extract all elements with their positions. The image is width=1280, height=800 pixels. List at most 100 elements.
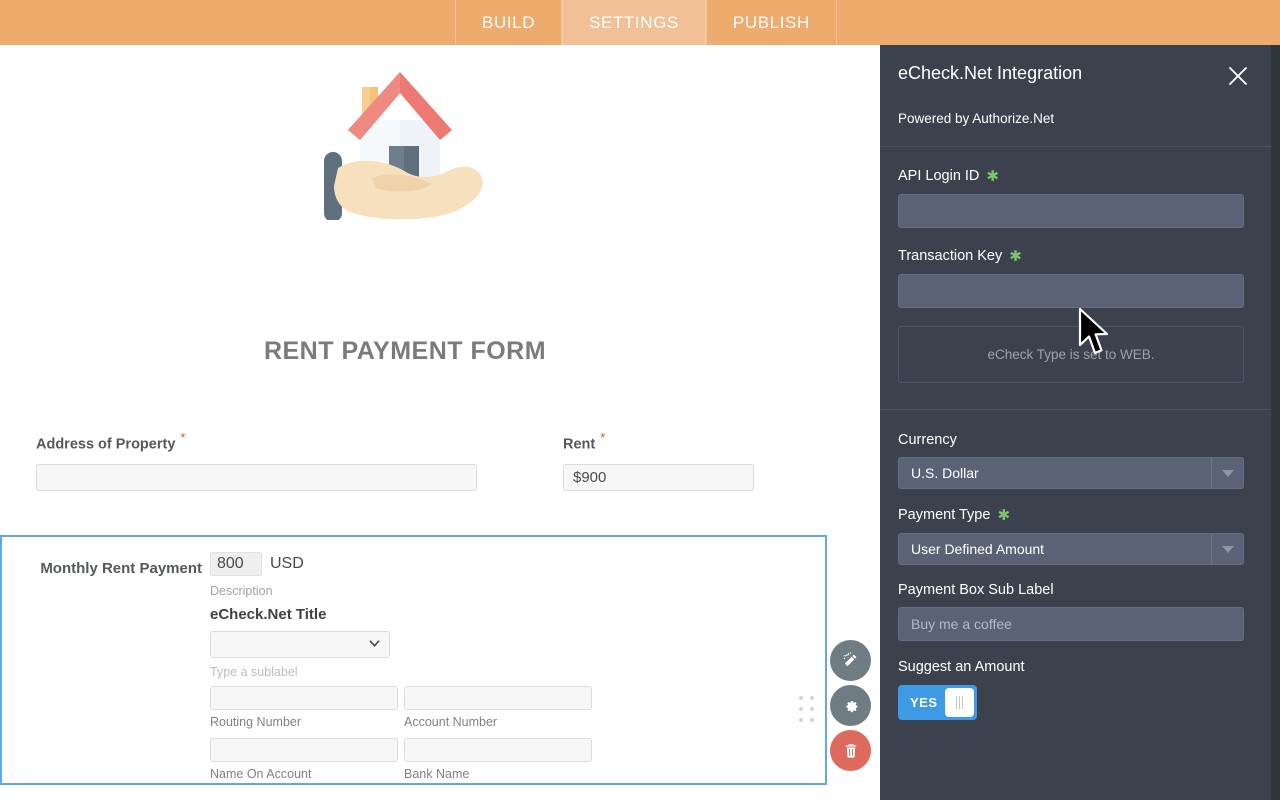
drag-dot [810, 696, 814, 700]
magic-wand-button[interactable] [830, 640, 871, 681]
trash-icon [845, 743, 856, 758]
payment-box-sub-label-label: Payment Box Sub Label [898, 582, 1054, 598]
payment-box-sub-label-input[interactable] [898, 607, 1244, 641]
echeck-type-select-box[interactable] [210, 631, 390, 658]
field-bank-name: Bank Name [404, 738, 592, 790]
address-of-property-label-row: Address of Property * [36, 430, 477, 453]
chevron-down-icon [369, 640, 380, 648]
account-number-caption: Account Number [404, 715, 498, 729]
name-on-account-input[interactable] [210, 738, 398, 762]
gear-button[interactable] [830, 685, 871, 726]
tab-publish[interactable]: PUBLISH [705, 0, 837, 45]
amount-row: USD [210, 552, 810, 576]
panel-title: eCheck.Net Integration [898, 63, 1083, 83]
field-suggest-an-amount: Suggest an Amount YES [880, 659, 1271, 720]
drag-dot [810, 718, 814, 722]
knob-grip-line [962, 696, 963, 709]
toggle-knob[interactable] [945, 688, 974, 717]
bank-name-input[interactable] [404, 738, 592, 762]
chevron-down-icon [1221, 469, 1234, 477]
payment-box-sub-label-label-row: Payment Box Sub Label [898, 582, 1253, 598]
panel-divider-2 [880, 409, 1271, 410]
field-api-login-id: API Login ID ✱ [880, 167, 1271, 228]
description-caption: Description [210, 584, 273, 598]
field-address-of-property: Address of Property * [36, 430, 477, 492]
element-action-buttons [830, 640, 871, 775]
required-asterisk-icon: * [180, 430, 186, 445]
transaction-key-label: Transaction Key [898, 248, 1003, 264]
panel-subtitle: Powered by Authorize.Net [898, 111, 1055, 126]
echeck-type-select[interactable] [210, 631, 390, 658]
bank-fields-grid: Routing Number Account Number Name On Ac… [210, 686, 810, 790]
gear-icon [845, 700, 857, 712]
transaction-key-label-row: Transaction Key ✱ [898, 247, 1253, 265]
panel-divider [880, 146, 1271, 147]
currency-select-value: U.S. Dollar [911, 465, 979, 481]
form-canvas: RENT PAYMENT FORM Address of Property * R… [0, 45, 880, 800]
currency-label-row: Currency [898, 432, 1253, 448]
knob-grip-line [959, 696, 960, 709]
currency-select-arrow[interactable] [1211, 458, 1243, 488]
required-asterisk-icon: ✱ [986, 168, 999, 185]
currency-label: Currency [898, 432, 957, 448]
drag-handle[interactable] [799, 696, 817, 725]
field-transaction-key: Transaction Key ✱ eCheck Type is set to … [880, 247, 1271, 383]
account-number-input[interactable] [404, 686, 592, 710]
required-asterisk-icon: * [600, 430, 606, 445]
tab-build[interactable]: BUILD [455, 0, 563, 45]
drag-dot [810, 707, 814, 711]
top-navigation-bar: BUILD SETTINGS PUBLISH [0, 0, 1280, 45]
drag-dot [799, 696, 803, 700]
suggest-an-amount-toggle[interactable]: YES [898, 685, 977, 720]
rent-label-row: Rent * [563, 430, 754, 453]
panel-scrollbar[interactable] [1271, 45, 1280, 800]
bank-name-caption: Bank Name [404, 767, 470, 781]
echeck-type-note: eCheck Type is set to WEB. [898, 326, 1244, 383]
delete-button[interactable] [830, 730, 871, 771]
required-asterisk-icon: ✱ [997, 507, 1011, 524]
sublabel-placeholder: Type a sublabel [210, 665, 298, 679]
panel-inner: eCheck.Net Integration Powered by Author… [880, 45, 1271, 800]
payment-type-select-arrow[interactable] [1211, 534, 1243, 564]
payment-box-content: USD Description eCheck.Net Title Type a … [210, 552, 810, 790]
page-title: RENT PAYMENT FORM [263, 337, 547, 365]
magic-wand-icon [843, 652, 857, 667]
payment-box-selected[interactable]: Monthly Rent Payment USD Description eCh… [0, 535, 827, 785]
api-login-id-label-row: API Login ID ✱ [898, 167, 1253, 185]
close-icon[interactable] [1227, 65, 1249, 87]
drag-dot [799, 718, 803, 722]
toggle-state-label: YES [910, 695, 938, 710]
hand-holding-house-icon [310, 60, 510, 222]
rent-input[interactable] [563, 464, 754, 492]
field-payment-type: Payment Type ✱ User Defined Amount [880, 506, 1271, 565]
amount-input[interactable] [210, 552, 262, 576]
address-of-property-input[interactable] [36, 464, 477, 492]
currency-select[interactable]: U.S. Dollar [898, 457, 1244, 489]
tab-settings[interactable]: SETTINGS [562, 0, 706, 45]
field-account-number: Account Number [404, 686, 592, 738]
topbar-left-spacer [0, 0, 455, 45]
payment-type-select[interactable]: User Defined Amount [898, 533, 1244, 565]
suggest-an-amount-label: Suggest an Amount [898, 659, 1025, 675]
api-login-id-input[interactable] [898, 194, 1244, 228]
chevron-down-icon [1221, 545, 1234, 553]
panel-header: eCheck.Net Integration [880, 45, 1271, 84]
field-currency: Currency U.S. Dollar [880, 432, 1271, 489]
echeck-integration-panel: eCheck.Net Integration Powered by Author… [880, 45, 1280, 800]
api-login-id-label: API Login ID [898, 168, 980, 184]
echeck-net-title-label: eCheck.Net Title [210, 606, 327, 623]
name-on-account-caption: Name On Account [210, 767, 312, 781]
routing-number-input[interactable] [210, 686, 398, 710]
rent-label: Rent [563, 436, 596, 453]
topbar-right-spacer [837, 0, 1280, 45]
required-asterisk-icon: ✱ [1009, 248, 1022, 265]
field-name-on-account: Name On Account [210, 738, 398, 790]
field-routing-number: Routing Number [210, 686, 398, 738]
payment-type-select-value: User Defined Amount [911, 541, 1045, 557]
payment-type-label: Payment Type [898, 507, 991, 523]
suggest-an-amount-label-row: Suggest an Amount [898, 659, 1253, 675]
address-of-property-label: Address of Property [36, 436, 176, 453]
payment-type-label-row: Payment Type ✱ [898, 506, 1253, 524]
transaction-key-input[interactable] [898, 274, 1244, 308]
routing-number-caption: Routing Number [210, 715, 302, 729]
